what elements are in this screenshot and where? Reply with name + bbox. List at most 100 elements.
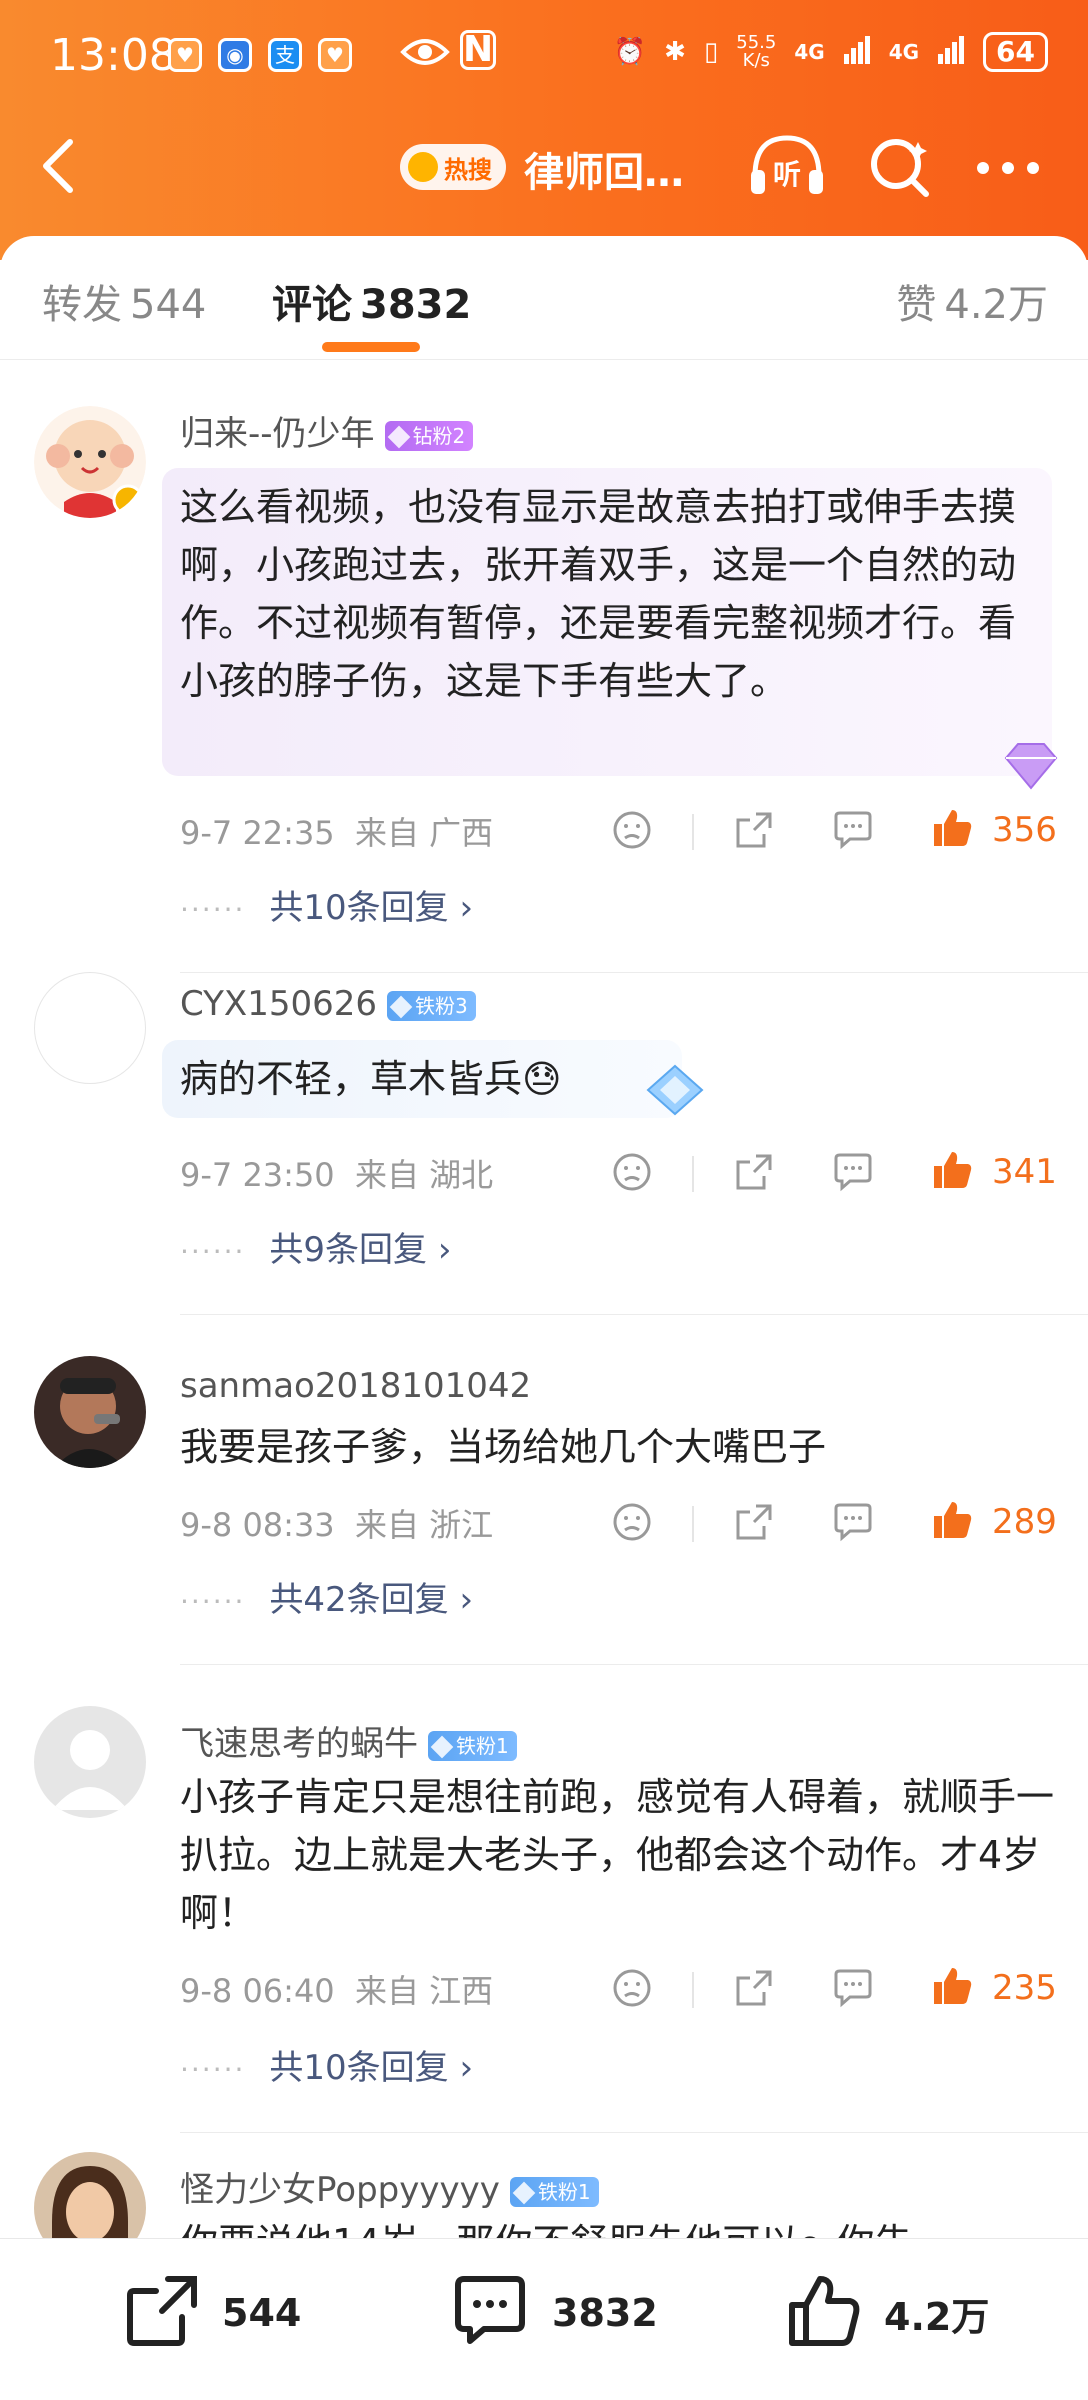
dislike-face-icon[interactable] [612,1968,652,2012]
status-right: ⏰ ✱ ▯ 55.5 K/s 4G 4G 64 [614,32,1048,72]
chevron-right-icon: › [448,2048,474,2088]
like-icon[interactable] [930,806,974,854]
status-bar: 13:08 ♥ ◉ 支 ♥ N ⏰ ✱ ▯ 55.5 K/s 4G 4G 64 [0,24,1088,88]
avatar[interactable] [34,406,146,518]
share-icon[interactable] [734,1968,774,2012]
hot-search-badge[interactable]: 热搜 [400,144,506,190]
svg-text:听: 听 [773,158,801,191]
share-icon[interactable] [734,810,774,854]
nfc-icon: N [460,30,496,70]
comment-meta: 9-8 06:40 来自 江西 [180,1972,494,2010]
view-replies-link[interactable]: ······ 共9条回复 › [180,1222,451,1271]
listen-icon[interactable]: 听 [745,130,829,204]
comment-actions: 356 [600,806,1060,856]
fan-badge: 钻粉2 [384,420,474,451]
like-count: 235 [992,1968,1057,2008]
comment-icon [450,2273,530,2353]
bottom-action-bar: 544 3832 4.2万 [0,2238,1088,2400]
repost-button[interactable]: 544 [124,2273,301,2353]
diamond-decoration-icon [996,736,1066,800]
comment-username[interactable]: 怪力少女Poppyyyyy 铁粉1 [180,2162,599,2211]
comment-actions: 341 [600,1148,1060,1198]
divider [180,2132,1088,2133]
tab-likes[interactable]: 赞 4.2万 [896,272,1048,330]
comment-meta: 9-7 22:35 来自 广西 [180,814,494,852]
comment-text: 病的不轻，草木皆兵😓 [162,1040,682,1118]
vibrate-icon: ▯ [703,37,719,67]
tab-bar: 转发 544 评论 3832 赞 4.2万 [0,236,1088,360]
dislike-face-icon[interactable] [612,1502,652,1546]
comment-icon[interactable] [832,1502,874,1546]
comment-username[interactable]: 归来--仍少年 钻粉2 [180,406,474,455]
header: 13:08 ♥ ◉ 支 ♥ N ⏰ ✱ ▯ 55.5K/s 4G 4G 64 [0,0,1088,260]
signal-icon [937,34,965,71]
app-notification-icon: ♥ [168,38,202,72]
bluetooth-icon: ✱ [664,37,686,67]
fan-badge: 铁粉1 [509,2176,599,2207]
comment-text: 小孩子肯定只是想往前跑，感觉有人碍着，就顺手一扒拉。边上就是大老头子，他都会这个… [180,1775,1055,1935]
app-notification-icon: ◉ [218,38,252,72]
divider [180,1664,1088,1665]
comment-username[interactable]: 飞速思考的蜗牛 铁粉1 [180,1716,517,1765]
nav-bar: 热搜 律师回… 听 [0,130,1088,210]
status-time: 13:08 [50,30,177,81]
comment-username[interactable]: CYX150626 铁粉3 [180,984,476,1024]
divider [180,972,1088,973]
like-count: 341 [992,1152,1057,1192]
comment-icon[interactable] [832,1152,874,1196]
more-icon[interactable] [976,160,1040,179]
chevron-right-icon: › [427,1230,452,1270]
avatar[interactable] [34,1356,146,1468]
dislike-face-icon[interactable] [612,810,652,854]
active-tab-indicator [322,342,420,352]
comment-icon[interactable] [832,810,874,854]
comment-actions: 235 [600,1964,1060,2014]
signal-4g-label: 4G [888,40,920,64]
divider [692,1156,694,1192]
comment-text: 我要是孩子爹，当场给她几个大嘴巴子 [180,1425,827,1469]
back-icon[interactable] [36,136,80,196]
share-icon[interactable] [734,1502,774,1546]
divider [692,1506,694,1542]
like-count: 289 [992,1502,1057,1542]
like-count: 356 [992,810,1057,850]
search-icon[interactable] [866,132,936,206]
fan-badge: 铁粉3 [387,990,476,1021]
comment-icon[interactable] [832,1968,874,2012]
view-replies-link[interactable]: ······ 共10条回复 › [180,880,473,929]
view-replies-link[interactable]: ······ 共10条回复 › [180,2040,473,2089]
thumbs-up-icon [786,2273,862,2353]
divider [180,1314,1088,1315]
share-icon [124,2273,200,2353]
alipay-icon: 支 [268,38,302,72]
avatar[interactable] [34,1706,146,1818]
like-icon[interactable] [930,1498,974,1546]
comment-username[interactable]: sanmao2018101042 [180,1366,531,1406]
page-title: 律师回… [524,150,684,196]
view-replies-link[interactable]: ······ 共42条回复 › [180,1572,473,1621]
chevron-right-icon: › [448,1580,474,1620]
flame-icon [408,152,438,182]
net-speed: 55.5 K/s [736,32,777,71]
content-card: 转发 544 评论 3832 赞 4.2万 归来--仍少年 钻粉2 这么看视频，… [0,236,1088,2400]
alarm-icon: ⏰ [613,37,647,67]
comment-button[interactable]: 3832 [450,2273,658,2353]
share-icon[interactable] [734,1152,774,1196]
like-button[interactable]: 4.2万 [786,2273,989,2353]
avatar[interactable] [34,972,146,1084]
tab-comments[interactable]: 评论 3832 [272,272,471,330]
fan-badge: 铁粉1 [428,1730,517,1761]
like-icon[interactable] [930,1148,974,1196]
comment-actions: 289 [600,1498,1060,1548]
comment-text: 这么看视频，也没有显示是故意去拍打或伸手去摸啊，小孩跑过去，张开着双手，这是一个… [162,468,1052,776]
like-icon[interactable] [930,1964,974,2012]
dislike-face-icon[interactable] [612,1152,652,1196]
diamond-icon [430,1735,454,1758]
divider [692,814,694,850]
signal-icon [843,34,871,71]
comment-meta: 9-8 08:33 来自 浙江 [180,1506,494,1544]
diamond-icon [387,425,410,448]
tab-repost[interactable]: 转发 544 [42,272,206,330]
app-notification-icon: ♥ [318,38,352,72]
divider [692,1972,694,2008]
